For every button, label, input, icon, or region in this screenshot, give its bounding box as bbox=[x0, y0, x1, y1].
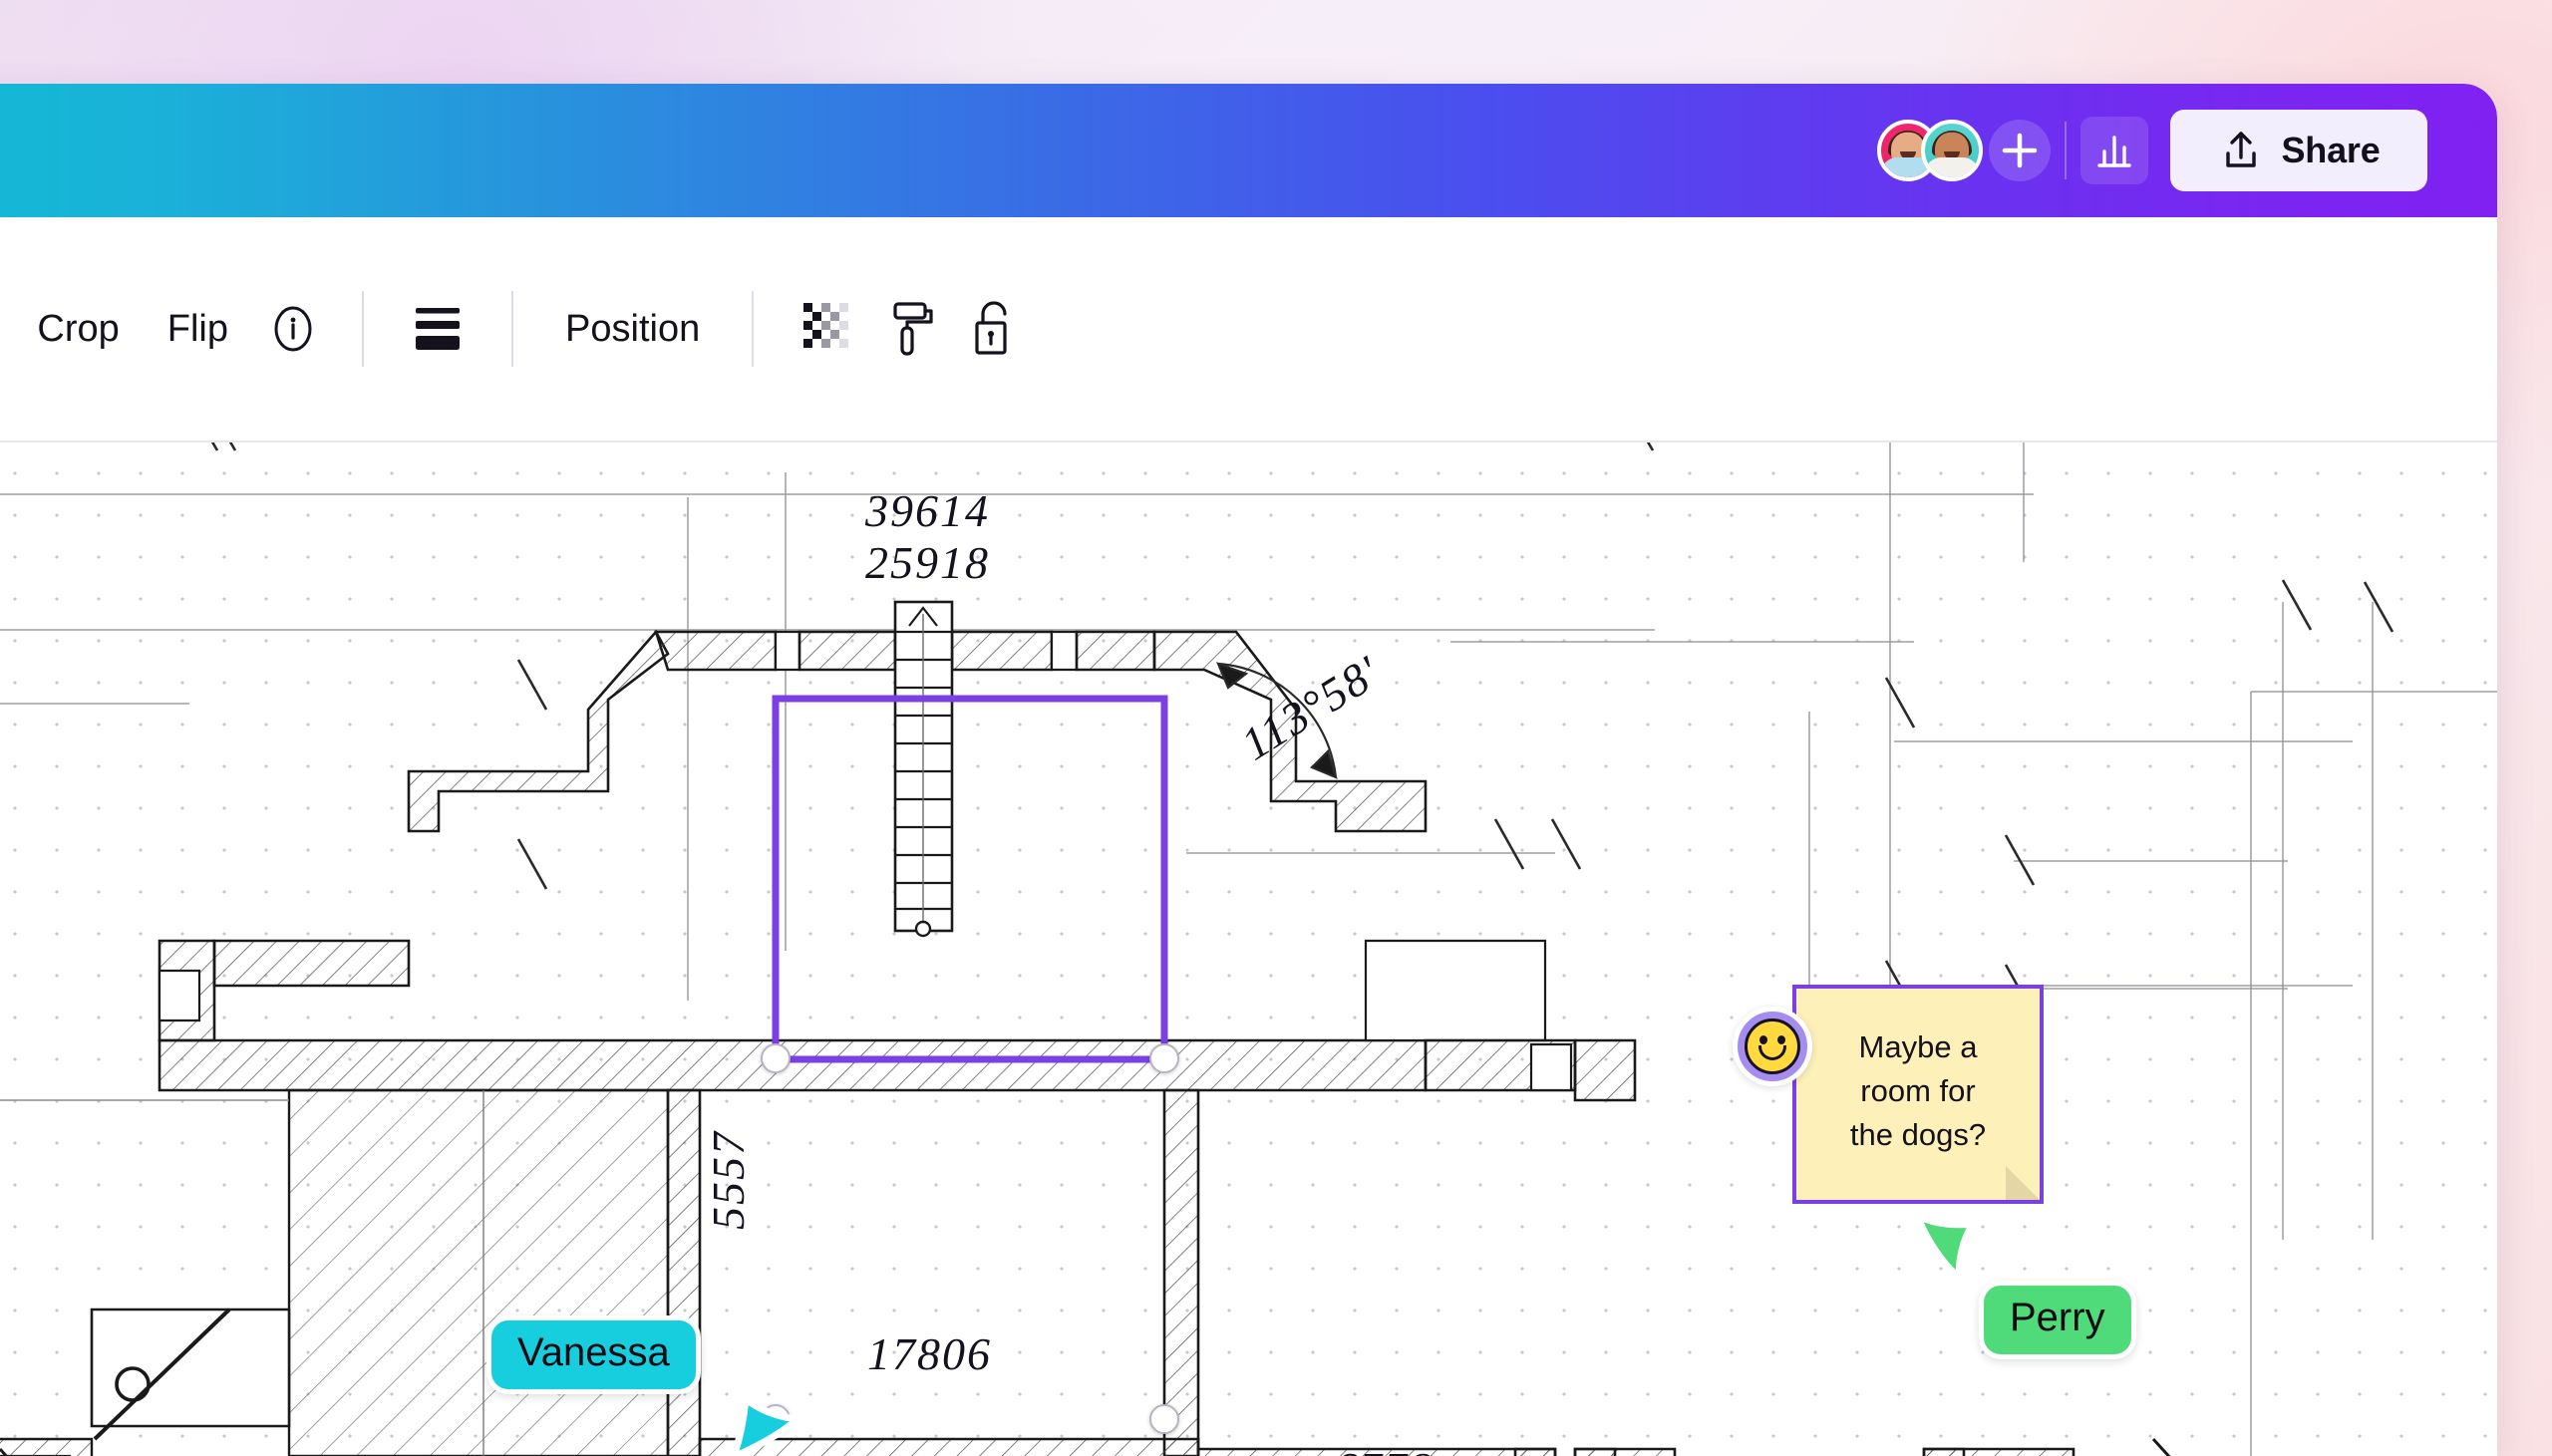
selection-handle-bottom-right[interactable] bbox=[1149, 1404, 1179, 1434]
share-label: Share bbox=[2281, 130, 2381, 170]
editor-toolbar: age Crop Flip Position bbox=[0, 217, 2497, 442]
toolbar-item-info[interactable] bbox=[252, 304, 334, 354]
cursor-pointer-perry bbox=[1913, 1212, 1977, 1282]
toolbar-divider bbox=[511, 291, 514, 367]
collaborator-avatars[interactable] bbox=[1877, 120, 1983, 181]
align-lines-icon bbox=[416, 308, 461, 350]
avatar-body bbox=[1925, 157, 1979, 177]
toolbar-item-flip[interactable]: Flip bbox=[144, 310, 252, 348]
sticky-note-fold bbox=[2006, 1166, 2040, 1200]
header-divider bbox=[2065, 122, 2067, 179]
toolbar-divider bbox=[752, 291, 755, 367]
sticky-note-annotation[interactable]: Maybe a room for the dogs? bbox=[1792, 985, 2044, 1204]
top-header-bar: Share bbox=[0, 84, 2497, 217]
paint-roller-icon bbox=[893, 302, 933, 356]
design-canvas[interactable]: 39614 25918 113°58' 5557 17806 6721 6721… bbox=[0, 442, 2497, 1456]
toolbar-item-crop[interactable]: Crop bbox=[13, 310, 143, 348]
cursor-label-vanessa[interactable]: Vanessa bbox=[486, 1315, 701, 1394]
toolbar-item-align[interactable] bbox=[392, 301, 483, 357]
toolbar-item-position[interactable]: Position bbox=[541, 310, 724, 348]
share-button[interactable]: Share bbox=[2170, 110, 2427, 191]
selection-handle-top-right[interactable] bbox=[1149, 1043, 1179, 1073]
smiley-mouth bbox=[1758, 1045, 1786, 1060]
sticky-note-text: Maybe a room for the dogs? bbox=[1849, 1028, 1987, 1152]
cursor-label-perry[interactable]: Perry bbox=[1979, 1281, 2136, 1359]
header-actions: Share bbox=[1877, 84, 2427, 217]
cursor-pointer-vanessa bbox=[730, 1395, 801, 1456]
upload-icon bbox=[2226, 132, 2257, 167]
add-person-button[interactable] bbox=[1989, 120, 2051, 181]
app-window: Share age Crop Flip Position bbox=[0, 84, 2497, 1456]
avatar[interactable] bbox=[1921, 120, 1983, 181]
checkerboard-icon bbox=[803, 303, 849, 348]
toolbar-divider bbox=[362, 291, 365, 367]
selection-handle-top-left[interactable] bbox=[761, 1043, 791, 1073]
info-circle-icon bbox=[274, 306, 312, 352]
stats-button[interactable] bbox=[2080, 117, 2148, 184]
bar-chart-icon bbox=[2097, 136, 2131, 167]
unlock-icon bbox=[975, 301, 1007, 355]
toolbar-item-image[interactable]: age bbox=[0, 310, 13, 348]
smiley-inner bbox=[1745, 1019, 1800, 1074]
toolbar-item-lock[interactable] bbox=[953, 297, 1035, 361]
toolbar-item-paint[interactable] bbox=[869, 298, 953, 360]
smiley-face-icon[interactable] bbox=[1733, 1007, 1812, 1086]
smiley-eye-right bbox=[1777, 1035, 1785, 1044]
selection-rectangle[interactable] bbox=[772, 695, 1168, 1063]
smiley-eye-left bbox=[1759, 1035, 1767, 1044]
plus-icon bbox=[2002, 133, 2038, 168]
toolbar-item-transparency[interactable] bbox=[782, 299, 869, 359]
